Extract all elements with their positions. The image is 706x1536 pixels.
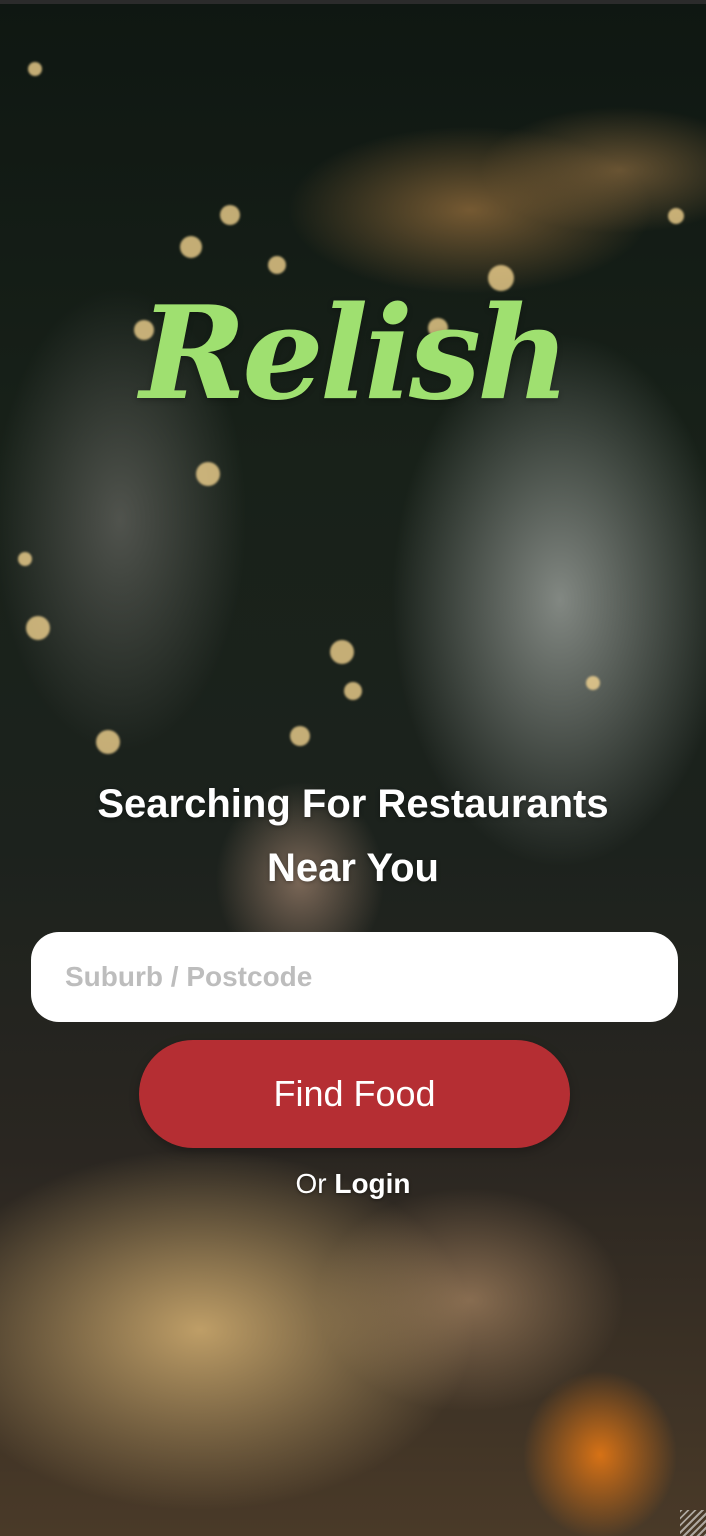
background-light bbox=[96, 730, 120, 754]
background-light bbox=[28, 62, 42, 76]
background-light bbox=[668, 208, 684, 224]
background-light bbox=[180, 236, 202, 258]
background-light bbox=[18, 552, 32, 566]
login-prompt: Or Login bbox=[0, 1168, 706, 1200]
background-light bbox=[290, 726, 310, 746]
headline-line-1: Searching For Restaurants bbox=[97, 782, 609, 826]
window-top-edge bbox=[0, 0, 706, 4]
headline-line-2: Near You bbox=[267, 846, 439, 890]
landing-screen: Relish Searching For Restaurants Near Yo… bbox=[0, 0, 706, 1536]
background-light bbox=[330, 640, 354, 664]
resize-grip-icon bbox=[680, 1510, 706, 1536]
background-light bbox=[26, 616, 50, 640]
background-light bbox=[344, 682, 362, 700]
page-headline: Searching For Restaurants Near You bbox=[40, 772, 666, 900]
background-light bbox=[196, 462, 220, 486]
background-light bbox=[586, 676, 600, 690]
login-link[interactable]: Login bbox=[334, 1168, 410, 1199]
background-light bbox=[220, 205, 240, 225]
relish-logo: Relish bbox=[139, 279, 570, 429]
background-light bbox=[268, 256, 286, 274]
find-food-button[interactable]: Find Food bbox=[139, 1040, 570, 1148]
suburb-postcode-input[interactable] bbox=[31, 932, 678, 1022]
or-text: Or bbox=[295, 1168, 327, 1199]
